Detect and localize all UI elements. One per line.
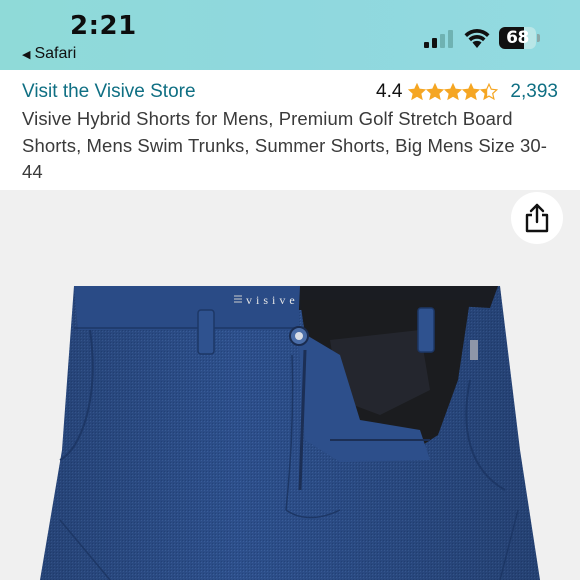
product-title: Visive Hybrid Shorts for Mens, Premium G… xyxy=(22,108,547,182)
back-app-label: Safari xyxy=(34,45,77,62)
status-bar: 2:21 ◀ Safari 68 xyxy=(0,0,580,70)
share-icon xyxy=(525,203,549,233)
star-icon xyxy=(444,83,463,101)
rating-count-link[interactable]: 2,393 xyxy=(510,81,558,103)
brand-label: visive xyxy=(246,293,299,307)
product-image-area[interactable]: visive xyxy=(0,190,580,580)
star-icon xyxy=(426,83,445,101)
status-time: 2:21 xyxy=(70,11,137,41)
star-icon xyxy=(480,83,499,101)
rating-summary[interactable]: 4.4 2,393 xyxy=(376,81,558,103)
wifi-icon xyxy=(464,28,490,48)
share-button[interactable] xyxy=(511,192,563,244)
visit-store-link[interactable]: Visit the Visive Store xyxy=(22,81,196,103)
cellular-signal-icon xyxy=(424,30,454,48)
back-arrow-icon: ◀ xyxy=(22,48,31,61)
star-icon xyxy=(408,83,427,101)
star-icon xyxy=(462,83,481,101)
battery-icon: 68 xyxy=(499,27,541,49)
back-to-app-button[interactable]: ◀ Safari xyxy=(22,45,76,63)
rating-value: 4.4 xyxy=(376,81,403,102)
star-rating xyxy=(408,83,499,101)
battery-percent: 68 xyxy=(506,28,529,48)
product-header: Visit the Visive Store 4.4 2,393 Visive … xyxy=(0,70,580,188)
product-image[interactable]: visive xyxy=(0,190,580,580)
